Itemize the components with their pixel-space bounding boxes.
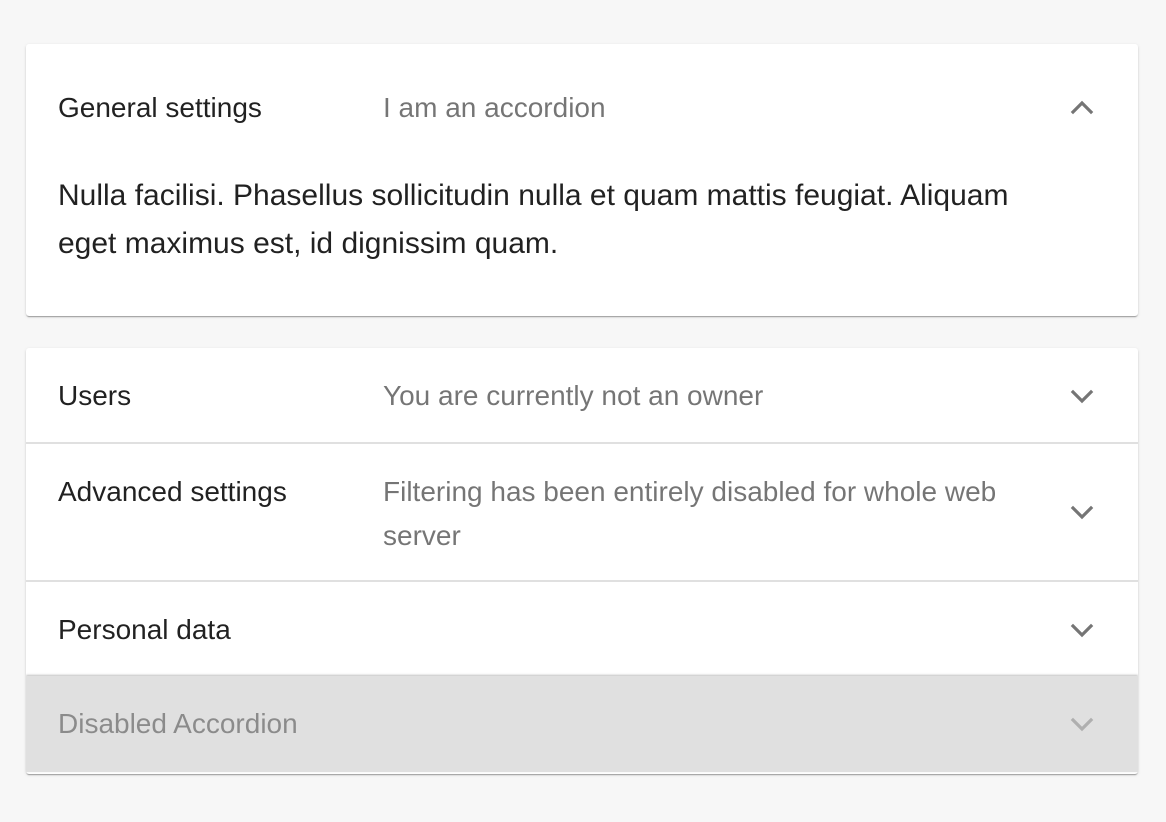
accordion-list: Users You are currently not an owner Adv… (26, 348, 1138, 774)
chevron-down-icon[interactable] (1068, 382, 1096, 410)
panel-subtitle: I am an accordion (383, 92, 606, 123)
accordion-panel-general: General settings I am an accordion Nulla… (26, 44, 1138, 268)
chevron-down-icon (1068, 710, 1096, 738)
panel-title: Disabled Accordion (58, 708, 298, 739)
accordion-general-group: General settings I am an accordion Nulla… (26, 44, 1138, 316)
chevron-down-icon[interactable] (1068, 616, 1096, 644)
accordion-summary-users[interactable]: Users You are currently not an owner (26, 348, 1138, 442)
accordion-summary-advanced[interactable]: Advanced settings Filtering has been ent… (26, 444, 1138, 580)
panel-title: General settings (58, 92, 262, 123)
accordion-summary-general[interactable]: General settings I am an accordion (26, 44, 1138, 172)
accordion-summary-personal[interactable]: Personal data (26, 582, 1138, 676)
panel-subtitle: You are currently not an owner (383, 380, 764, 411)
accordion-panel-advanced: Advanced settings Filtering has been ent… (26, 444, 1138, 580)
panel-title: Advanced settings (58, 476, 287, 507)
accordion-summary-disabled: Disabled Accordion (26, 676, 1138, 772)
accordion-panel-users: Users You are currently not an owner (26, 348, 1138, 442)
panel-title: Personal data (58, 614, 231, 645)
chevron-up-icon[interactable] (1068, 94, 1096, 122)
chevron-down-icon[interactable] (1068, 498, 1096, 526)
accordion-panel-personal: Personal data (26, 582, 1138, 676)
accordion-panel-disabled: Disabled Accordion (26, 676, 1138, 772)
panel-subtitle: Filtering has been entirely disabled for… (383, 476, 997, 551)
panel-details-general: Nulla facilisi. Phasellus sollicitudin n… (58, 179, 1009, 260)
panel-title: Users (58, 380, 132, 411)
